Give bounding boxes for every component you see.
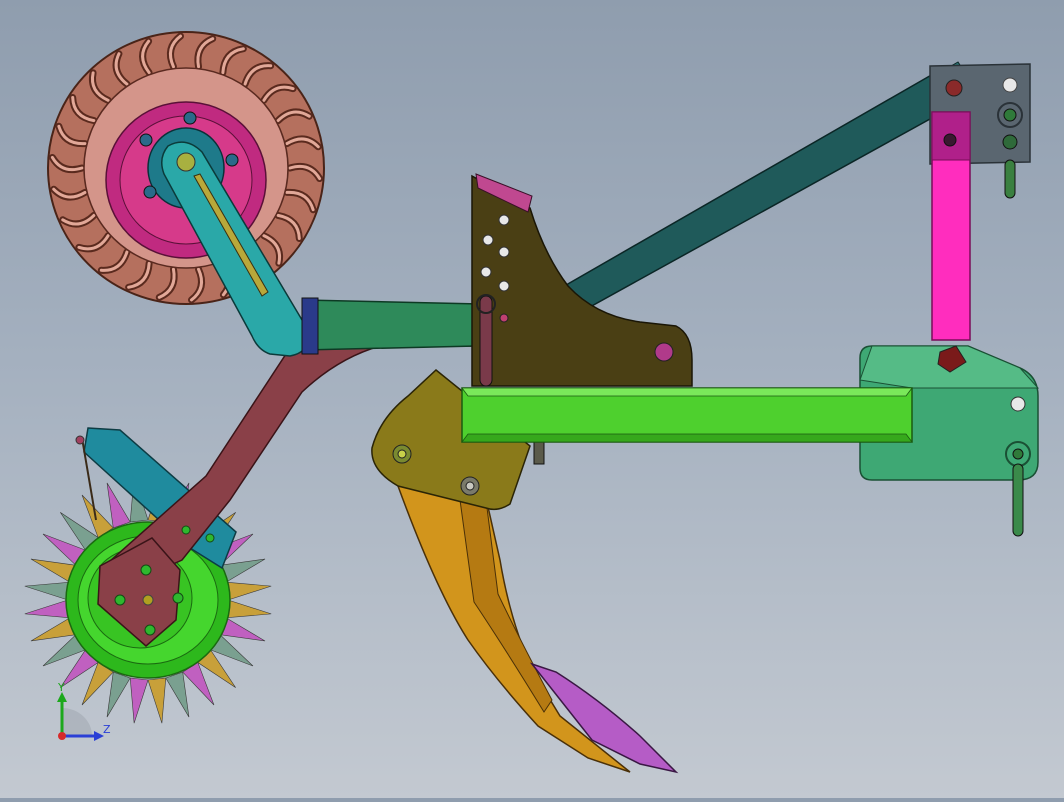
roller-tooth [106,671,131,718]
triad-arc [62,708,92,736]
roller-tooth [225,599,272,619]
plate-pin [479,295,493,387]
hitch-plate-hole [1010,396,1026,412]
bracket-stud [533,439,545,465]
lower-pin-head [1012,448,1024,460]
triad-z-label: Z [103,723,111,736]
bracket-bolt-b-center [465,481,475,491]
model-canvas[interactable]: Y Z [0,0,1064,798]
lower-pin-shaft [1012,463,1024,537]
triad-y-label: Y [57,681,65,694]
roller-tooth [165,671,190,718]
top-link-pin [945,79,963,97]
plate-bolt [654,342,674,362]
roller-tooth [129,677,149,724]
wheel-axle-nut [176,152,196,172]
beam-bottom-edge [461,433,913,443]
beam-top-edge [461,387,913,397]
bracket-bolt-a-center [397,449,407,459]
plate-small-bolt [499,313,509,323]
hitch-pin-lower [1004,159,1016,199]
roller-tooth [24,599,71,619]
top-link [538,69,970,319]
hitch-pin-head [1003,108,1017,122]
triad-x-axis [58,732,66,740]
post-bolt-upper [943,133,957,147]
roller-tooth [225,581,272,601]
hitch-lock [1002,134,1018,150]
coordinate-triad: Y Z [57,681,111,741]
roller-tooth [147,677,167,724]
hitch-hole [1002,77,1018,93]
wheel-arm-mount-tube [303,299,481,351]
cad-viewport[interactable]: Y Z [0,0,1064,798]
mount-clamp [301,297,319,355]
rod-nut [75,435,85,445]
roller-tooth [24,581,71,601]
